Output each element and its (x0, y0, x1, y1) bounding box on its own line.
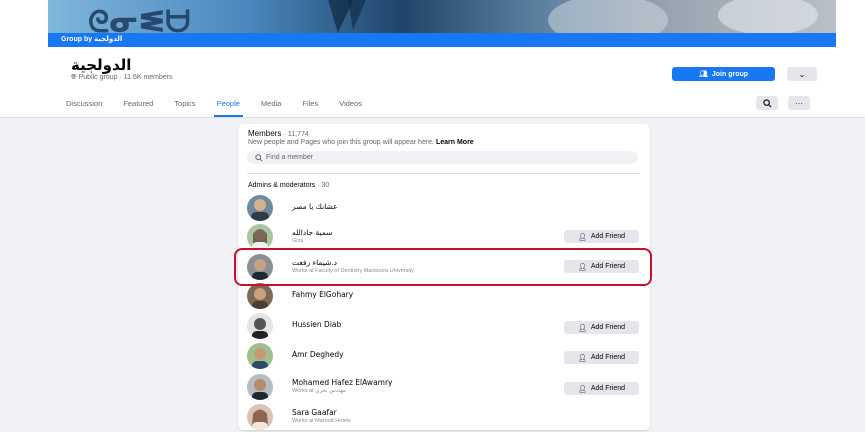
ellipsis-icon: ··· (795, 98, 803, 108)
admins-title: Admins & moderators (248, 182, 316, 189)
member-row[interactable]: Hussien Diab 👤︎ Add Friend (247, 313, 639, 341)
cover-photo[interactable]: ᘓᓂᓬᗨ Group by الدولجية (48, 0, 836, 47)
add-friend-label: Add Friend (590, 233, 626, 240)
tab-people[interactable]: People (213, 94, 244, 117)
people-icon: 👥︎ (698, 71, 708, 78)
avatar[interactable] (247, 224, 273, 250)
group-name[interactable]: الدولجية (71, 56, 131, 74)
add-friend-label: Add Friend (590, 354, 626, 361)
globe-icon: 🌐︎ (71, 74, 77, 81)
member-subtitle: Giza (292, 238, 304, 244)
member-name[interactable]: Amr Deghedy (292, 350, 344, 359)
tab-featured[interactable]: Featured (123, 94, 153, 110)
avatar[interactable] (247, 343, 273, 369)
member-name[interactable]: Hussien Diab (292, 320, 341, 329)
add-friend-label: Add Friend (590, 324, 626, 331)
avatar[interactable] (247, 283, 273, 309)
member-row[interactable]: عشانك يا مصر (247, 195, 639, 223)
group-meta-text: Public group · 11.6K members (78, 74, 173, 81)
add-friend-label: Add Friend (590, 385, 626, 392)
divider (247, 173, 640, 174)
highlight-annotation (234, 248, 652, 286)
chevron-down-icon: ⌄ (798, 69, 806, 79)
tab-topics[interactable]: Topics (174, 94, 195, 110)
join-group-button[interactable]: 👥︎ Join group (672, 67, 775, 81)
group-options-button[interactable]: ⌄ (787, 67, 817, 81)
member-row[interactable]: Sara Gaafar Works at Marriott Hotels (247, 404, 639, 432)
add-friend-button[interactable]: 👤︎ Add Friend (564, 351, 639, 364)
add-friend-icon: 👤︎ (577, 324, 587, 332)
members-description: New people and Pages who join this group… (248, 139, 474, 146)
avatar[interactable] (247, 313, 273, 339)
member-row[interactable]: Fahmy ElGohary (247, 283, 639, 311)
admins-heading: Admins & moderators · 30 (248, 182, 329, 189)
learn-more-link[interactable]: Learn More (436, 139, 474, 146)
admins-count: · 30 (317, 182, 330, 189)
member-row[interactable]: Amr Deghedy 👤︎ Add Friend (247, 343, 639, 371)
add-friend-button[interactable]: 👤︎ Add Friend (564, 382, 639, 395)
add-friend-icon: 👤︎ (577, 354, 587, 362)
group-header: ᘓᓂᓬᗨ Group by الدولجية الدولجية 🌐︎ Public… (0, 0, 865, 118)
member-name[interactable]: Sara Gaafar (292, 408, 337, 417)
tab-videos[interactable]: Videos (339, 94, 362, 110)
add-friend-button[interactable]: 👤︎ Add Friend (564, 230, 639, 243)
avatar[interactable] (247, 404, 273, 430)
members-title-text: Members (248, 129, 282, 138)
avatar[interactable] (247, 195, 273, 221)
find-member-search[interactable]: Find a member (247, 151, 638, 164)
search-icon (762, 98, 771, 107)
members-title: Members · 11,774 (248, 129, 309, 138)
member-subtitle: Works at مهندس بحري (292, 388, 346, 394)
tab-media[interactable]: Media (261, 94, 281, 110)
members-description-text: New people and Pages who join this group… (248, 139, 435, 146)
member-name[interactable]: Mohamed Hafez ElAwamry (292, 378, 393, 387)
group-search-button[interactable] (756, 96, 778, 110)
member-name[interactable]: Fahmy ElGohary (292, 290, 353, 299)
add-friend-icon: 👤︎ (577, 233, 587, 241)
add-friend-button[interactable]: 👤︎ Add Friend (564, 321, 639, 334)
search-icon (255, 153, 263, 162)
group-more-button[interactable]: ··· (788, 96, 810, 110)
member-row[interactable]: Mohamed Hafez ElAwamry Works at مهندس بح… (247, 374, 639, 402)
cover-group-by-label[interactable]: Group by الدولجية (48, 33, 836, 47)
tab-files[interactable]: Files (302, 94, 318, 110)
group-tabs: Discussion Featured Topics People Media … (66, 94, 383, 117)
member-name[interactable]: عشانك يا مصر (292, 202, 338, 211)
find-member-input[interactable]: Find a member (266, 154, 313, 161)
join-group-label: Join group (711, 70, 749, 78)
tab-discussion[interactable]: Discussion (66, 94, 102, 110)
member-subtitle: Works at Marriott Hotels (292, 418, 351, 424)
avatar[interactable] (247, 374, 273, 400)
group-meta: 🌐︎ Public group · 11.6K members (71, 74, 173, 82)
members-count: · 11,774 (283, 131, 309, 138)
member-name[interactable]: سمية جادالله (292, 228, 332, 237)
add-friend-icon: 👤︎ (577, 385, 587, 393)
